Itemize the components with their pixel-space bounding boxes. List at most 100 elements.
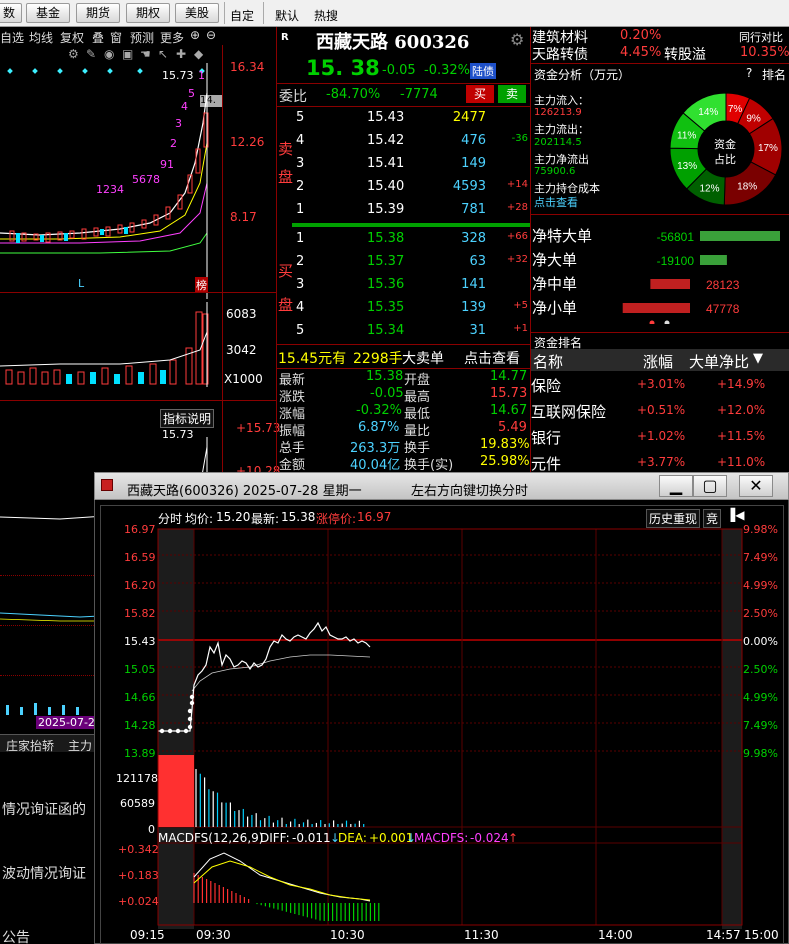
diff-label: DIFF: bbox=[260, 831, 290, 845]
price-change: -0.05 bbox=[382, 63, 416, 78]
tab-zhuangjia[interactable]: 庄家抬轿 bbox=[6, 737, 54, 754]
tab-more[interactable]: 更多 bbox=[160, 29, 184, 46]
big-order-link[interactable]: 点击查看 bbox=[464, 348, 520, 368]
tab-overlay[interactable]: 叠 bbox=[92, 29, 104, 46]
bid-row[interactable]: 5 15.34 31 +1 bbox=[292, 320, 530, 342]
help-icon[interactable]: ? bbox=[746, 66, 752, 80]
flow-in-label: 主力流入： bbox=[534, 94, 589, 107]
seq-label-7: 5 bbox=[188, 87, 195, 100]
time-label: 11:30 bbox=[464, 928, 499, 942]
rank-header-pct[interactable]: 涨幅 bbox=[643, 351, 673, 372]
rank-row[interactable]: 银行 +1.02% +11.5% bbox=[531, 425, 789, 450]
ask-row[interactable]: 3 15.41 149 bbox=[292, 153, 530, 175]
rank-name: 银行 bbox=[531, 429, 562, 447]
toolbar-button-shu[interactable]: 数 bbox=[0, 3, 22, 23]
ask-price: 15.41 bbox=[367, 156, 405, 171]
toolbar-button-fund[interactable]: 基金 bbox=[26, 3, 70, 23]
gear-icon[interactable]: ⚙ bbox=[68, 47, 79, 61]
stat-value: -0.32% bbox=[356, 403, 402, 418]
rank-header-name[interactable]: 名称 bbox=[533, 351, 563, 372]
rank-row[interactable]: 元件 +3.77% +11.0% bbox=[531, 451, 789, 473]
bid-price: 15.35 bbox=[367, 300, 405, 315]
convertible-name[interactable]: 天路转债 bbox=[532, 44, 588, 64]
bid-volume: 63 bbox=[469, 254, 486, 269]
toolbar-button-futures[interactable]: 期货 bbox=[76, 3, 120, 23]
settings-gear-icon[interactable]: ⚙ bbox=[510, 30, 524, 49]
auction-dot bbox=[189, 700, 195, 706]
tab-adjust[interactable]: 复权 bbox=[60, 29, 84, 46]
macd-info-bar: MACDFS(12,26,9) DIFF: -0.011 ↓ DEA: +0.0… bbox=[156, 830, 742, 846]
tab-forecast[interactable]: 预测 bbox=[130, 29, 154, 46]
popup-titlebar[interactable]: 西藏天路(600326) 2025-07-28 星期一 左右方向键切换分时 ▁ … bbox=[94, 472, 789, 500]
ask-row[interactable]: 1 15.39 781 +28 bbox=[292, 199, 530, 221]
last-value: 15.38 bbox=[281, 510, 316, 524]
auction-dot bbox=[187, 708, 193, 714]
lugu-tag[interactable]: 陆债 bbox=[470, 63, 496, 79]
kline-price-high: 16.34 bbox=[230, 60, 265, 74]
tab-zhuli[interactable]: 主力 bbox=[68, 737, 92, 754]
zoom-out-icon[interactable]: ⊖ bbox=[206, 28, 216, 42]
toolbar-hot-search[interactable]: 热搜 bbox=[314, 7, 338, 24]
stat-label: 金额 bbox=[279, 458, 306, 473]
ask-row[interactable]: 5 15.43 2477 bbox=[292, 107, 530, 129]
ask-level: 5 bbox=[296, 110, 305, 125]
toolbar-button-us-stocks[interactable]: 美股 bbox=[175, 3, 219, 23]
indicator-help[interactable]: 指标说明 bbox=[160, 409, 215, 428]
plus-icon[interactable]: ✚ bbox=[176, 47, 186, 61]
zoom-in-icon[interactable]: ⊕ bbox=[190, 28, 200, 42]
bid-price: 15.36 bbox=[367, 277, 405, 292]
buy-label-2: 盘 bbox=[278, 296, 294, 314]
macd-axis-label: +0.342 bbox=[118, 843, 159, 856]
hand-icon[interactable]: ☚ bbox=[140, 47, 151, 61]
date-tag: 2025-07-2 bbox=[36, 716, 97, 729]
tab-ma[interactable]: 均线 bbox=[29, 29, 53, 46]
buy-button[interactable]: 买 bbox=[466, 85, 494, 103]
bid-row[interactable]: 4 15.35 139 +5 bbox=[292, 297, 530, 319]
tab-window[interactable]: 窗 bbox=[110, 29, 122, 46]
big-order-label: 大卖单 bbox=[402, 351, 444, 367]
ask-row[interactable]: 4 15.42 476 -36 bbox=[292, 130, 530, 152]
ask-row[interactable]: 2 15.40 4593 +14 bbox=[292, 176, 530, 198]
weibi-label: 委比 bbox=[279, 89, 307, 105]
sector-pct: 0.20% bbox=[620, 28, 662, 43]
net-flow-bar bbox=[650, 279, 690, 289]
news-item[interactable]: 公告 bbox=[2, 927, 30, 944]
eye-icon[interactable]: ◉ bbox=[104, 47, 114, 61]
rank-row[interactable]: 互联网保险 +0.51% +12.0% bbox=[531, 399, 789, 424]
toolbar-button-options[interactable]: 期权 bbox=[126, 3, 170, 23]
right-axis-label: 4.99% bbox=[743, 579, 778, 592]
toolbar-custom[interactable]: 自定 bbox=[230, 7, 254, 24]
collapse-icon[interactable]: ▐◀ bbox=[726, 508, 744, 522]
minimize-button[interactable]: ▁ bbox=[659, 475, 693, 497]
time-label: 09:30 bbox=[196, 928, 231, 942]
tab-favorites[interactable]: 自选 bbox=[0, 29, 24, 46]
toolbar-default[interactable]: 默认 bbox=[275, 7, 299, 24]
pin-icon[interactable]: ◆ bbox=[194, 47, 203, 61]
news-item[interactable]: 情况询证函的 bbox=[2, 799, 86, 819]
sort-down-icon[interactable]: ▼ bbox=[753, 351, 763, 366]
rank-row[interactable]: 保险 +3.01% +14.9% bbox=[531, 373, 789, 398]
maximize-button[interactable]: ▢ bbox=[693, 475, 727, 497]
lock-icon[interactable]: ▣ bbox=[122, 47, 133, 61]
pen-icon[interactable]: ✎ bbox=[86, 47, 96, 61]
zoom-controls: ⊕ ⊖ bbox=[190, 27, 222, 45]
right-axis-label: 4.99% bbox=[743, 691, 778, 704]
right-axis-label: 2.50% bbox=[743, 663, 778, 676]
bid-row[interactable]: 2 15.37 63 +32 bbox=[292, 251, 530, 273]
close-button[interactable]: ✕ bbox=[739, 475, 773, 497]
bid-row[interactable]: 1 15.38 328 +66 bbox=[292, 228, 530, 250]
big-order-row[interactable]: 15.45元有 2298手 大卖单 点击查看 bbox=[278, 346, 530, 368]
bid-row[interactable]: 3 15.36 141 bbox=[292, 274, 530, 296]
rank-header-net[interactable]: 大单净比 bbox=[689, 351, 749, 372]
peer-compare[interactable]: 同行对比 bbox=[739, 29, 783, 45]
cursor-icon[interactable]: ↖ bbox=[158, 47, 168, 61]
sell-button[interactable]: 卖 bbox=[498, 85, 526, 103]
rank-link[interactable]: 排名 bbox=[762, 66, 786, 83]
bid-level: 2 bbox=[296, 254, 305, 269]
sell-label-1: 卖 bbox=[278, 140, 294, 158]
cost-link[interactable]: 点击查看 bbox=[534, 194, 578, 210]
donut-label: 11% bbox=[677, 130, 696, 141]
net-flow-bar bbox=[700, 231, 780, 241]
ask-price: 15.39 bbox=[367, 202, 405, 217]
news-item[interactable]: 波动情况询证 bbox=[2, 863, 86, 883]
